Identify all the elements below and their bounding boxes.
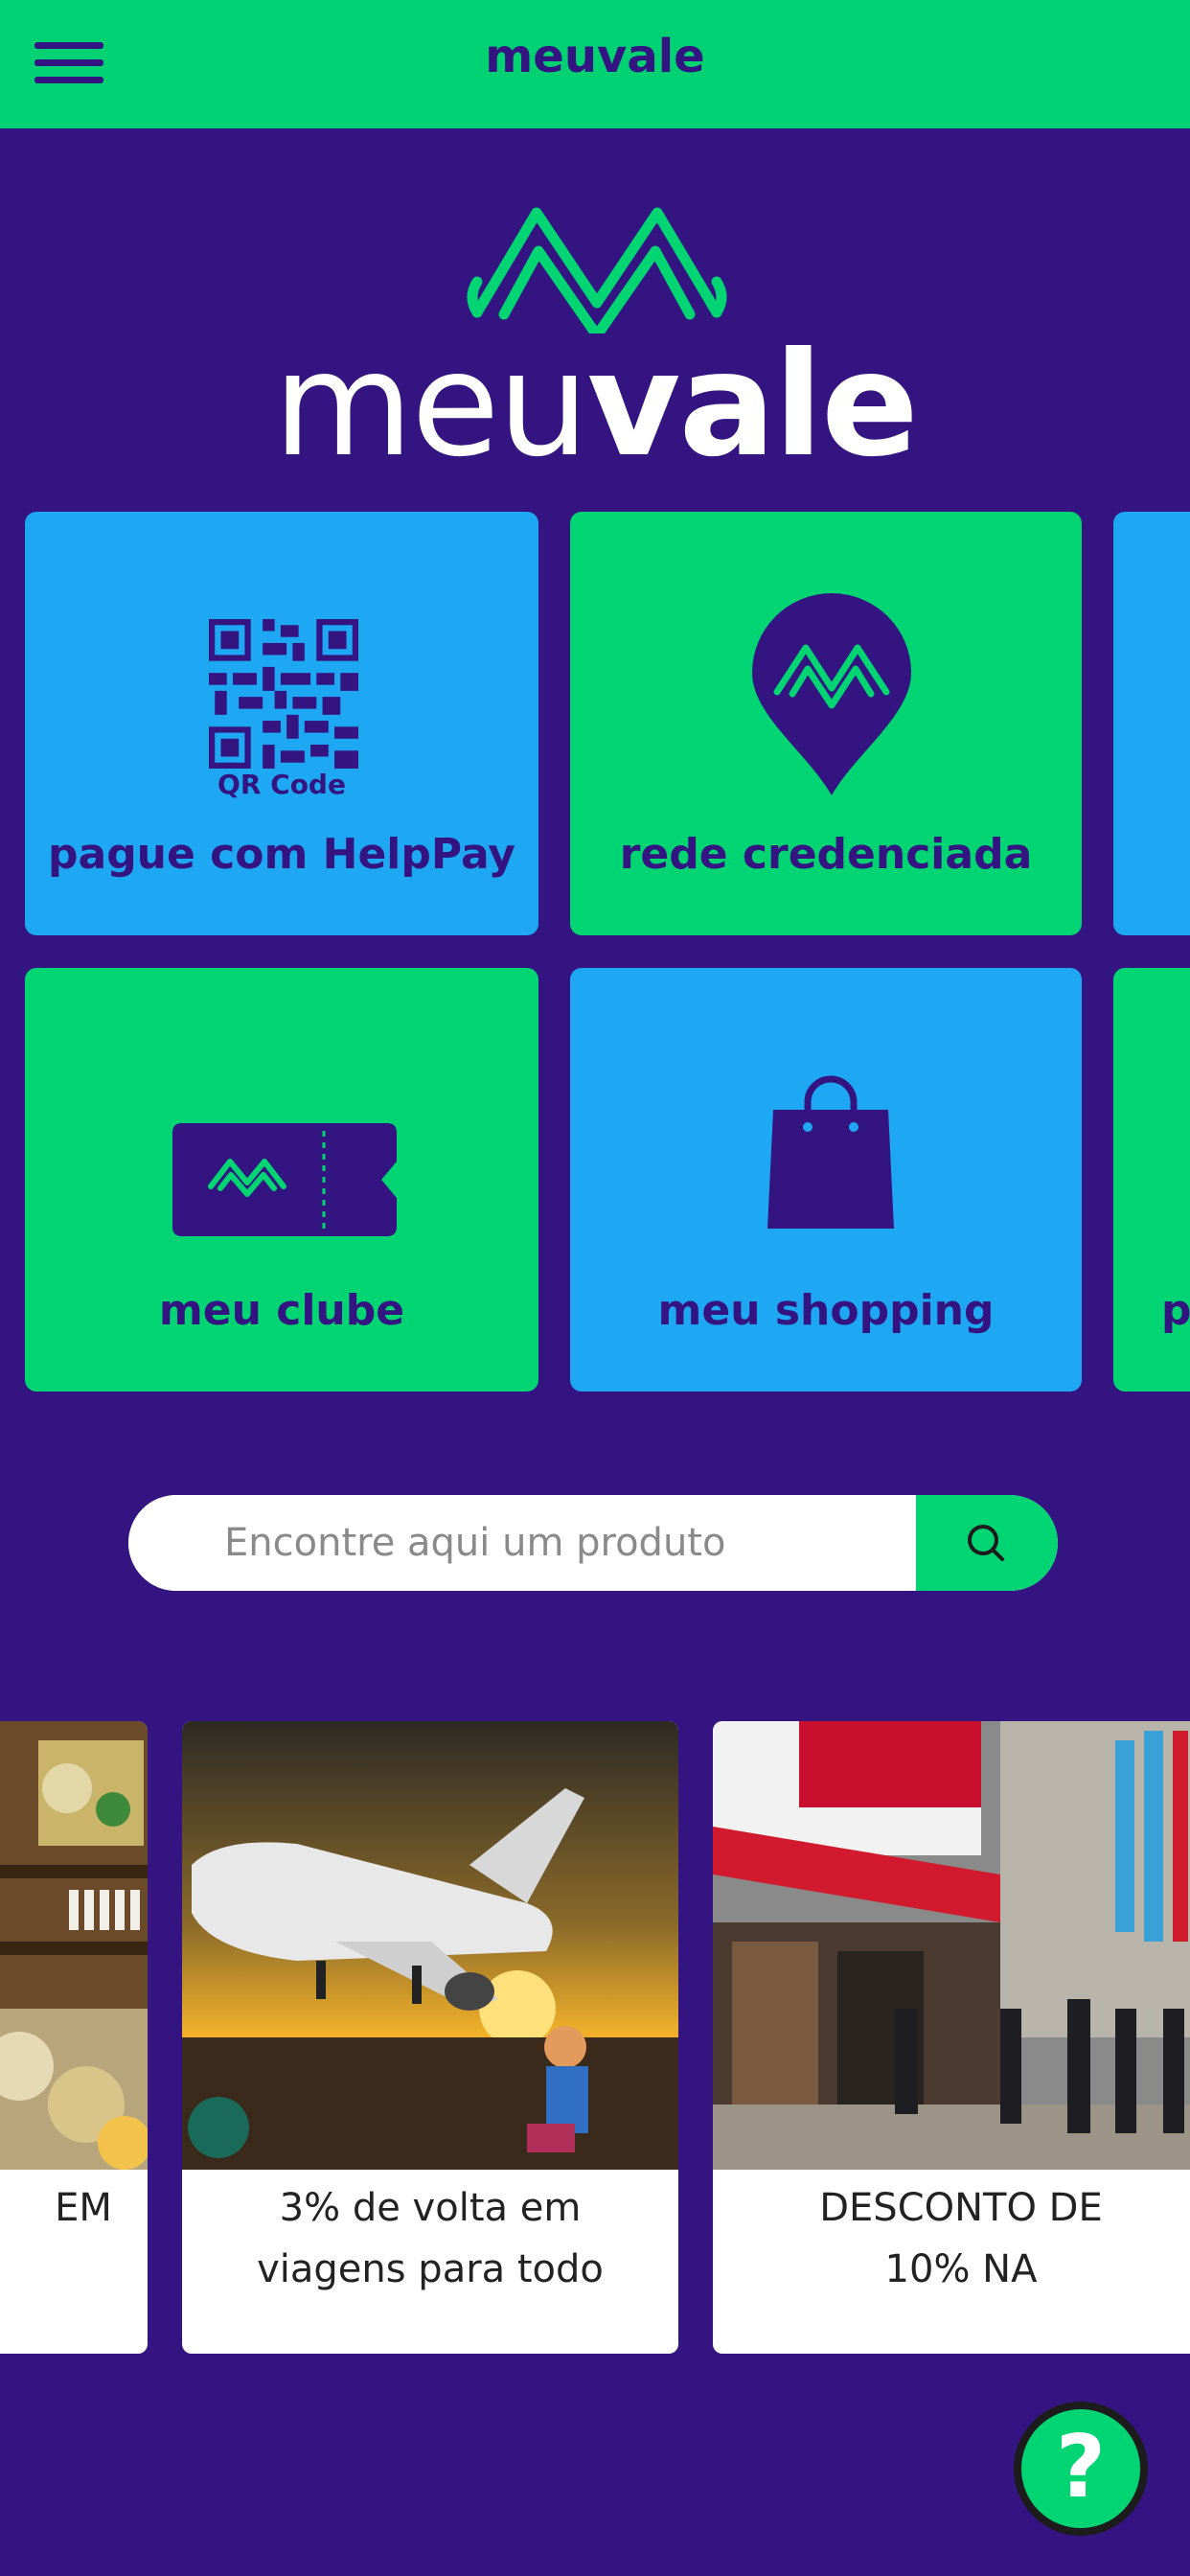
qr-code-caption: QR Code	[217, 769, 346, 800]
search-button[interactable]	[916, 1495, 1058, 1591]
tile-label: rede credenciada	[619, 830, 1033, 879]
promo-image-grocery	[0, 1721, 148, 2170]
tile-label: p	[1161, 1286, 1190, 1335]
search-input[interactable]	[128, 1495, 914, 1591]
location-pin-icon	[752, 593, 911, 795]
tile-meu-shopping[interactable]: meu shopping	[570, 968, 1082, 1392]
promo-card[interactable]: 3% de volta em viagens para todo	[182, 1721, 678, 2354]
logo-word-light: meu	[273, 322, 588, 489]
promo-image-airplane	[182, 1721, 678, 2170]
app-title: meuvale	[485, 30, 705, 83]
ticket-icon	[172, 1123, 397, 1236]
promo-text-line2: 10% NA	[884, 2247, 1038, 2291]
tile-rede-credenciada[interactable]: rede credenciada	[570, 512, 1082, 935]
tile-label: meu shopping	[657, 1286, 995, 1335]
shopping-bag-icon	[767, 1075, 894, 1229]
tile-label: meu clube	[158, 1286, 405, 1335]
promo-text-line1: EM	[55, 2186, 112, 2230]
promo-card[interactable]: DESCONTO DE 10% NA	[713, 1721, 1190, 2354]
promo-text: EM	[0, 2170, 148, 2354]
search-icon	[968, 1525, 1004, 1561]
promo-text: DESCONTO DE 10% NA	[713, 2170, 1190, 2354]
meuvale-wordmark: meuvale	[0, 324, 1190, 487]
tile-partial-row2[interactable]: p	[1113, 968, 1190, 1392]
promo-text-line2: viagens para todo	[257, 2247, 604, 2291]
tile-pague-com-helppay[interactable]: QR Code pague com HelpPay	[25, 512, 538, 935]
meuvale-logo-icon	[467, 207, 727, 334]
top-app-bar: meuvale	[0, 0, 1190, 128]
tile-partial-row1[interactable]	[1113, 512, 1190, 935]
product-search	[128, 1495, 1058, 1591]
promo-image-storefront	[713, 1721, 1190, 2170]
help-button[interactable]: ?	[1014, 2402, 1148, 2536]
promo-text: 3% de volta em viagens para todo	[182, 2170, 678, 2354]
logo-word-bold: vale	[586, 322, 919, 489]
promo-text-line1: DESCONTO DE	[819, 2186, 1103, 2230]
qr-code-icon	[209, 619, 358, 769]
tile-label: pague com HelpPay	[48, 830, 515, 879]
tile-meu-clube[interactable]: meu clube	[25, 968, 538, 1392]
promo-card[interactable]: EM	[0, 1721, 148, 2354]
promo-text-line1: 3% de volta em	[279, 2186, 582, 2230]
